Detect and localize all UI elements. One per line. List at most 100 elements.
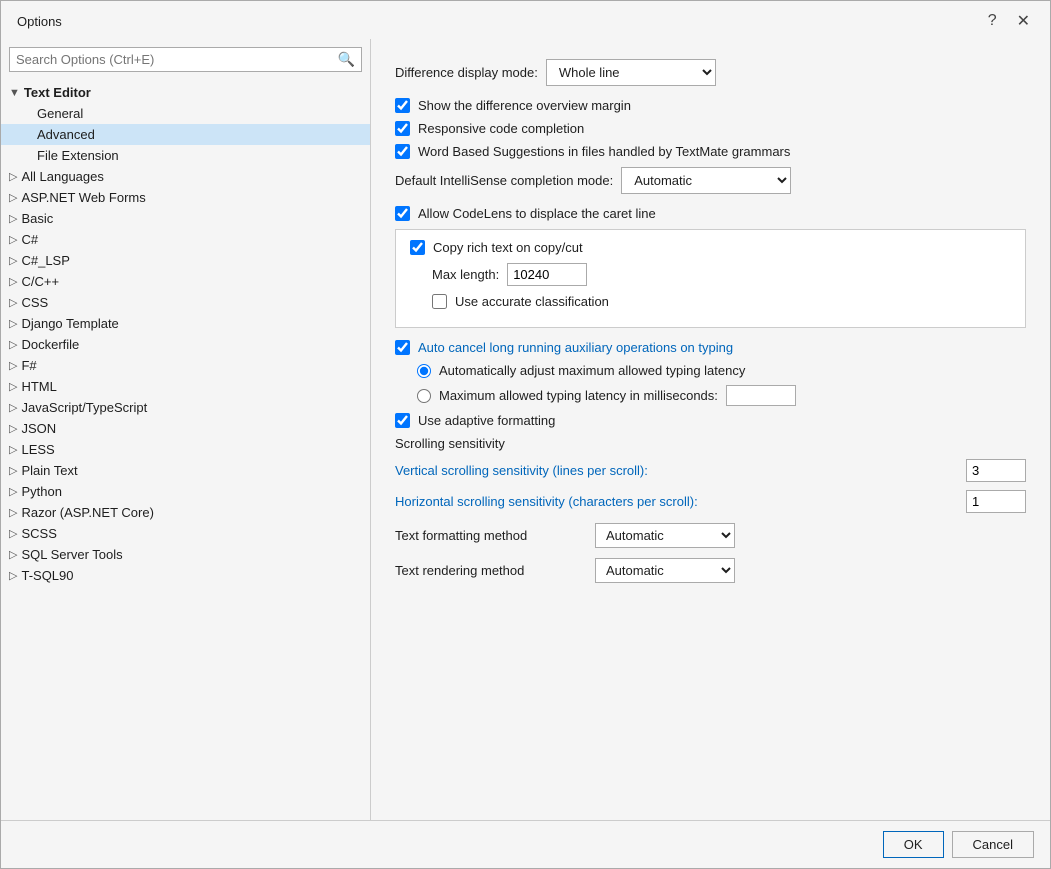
auto-cancel-label: Auto cancel long running auxiliary opera… [418, 340, 733, 355]
sidebar-item-tsql90[interactable]: ▷ T-SQL90 [1, 565, 370, 586]
intellisense-label: Default IntelliSense completion mode: [395, 173, 613, 188]
cancel-button[interactable]: Cancel [952, 831, 1034, 858]
auto-cancel-checkbox[interactable] [395, 340, 410, 355]
horizontal-sensitivity-row: Horizontal scrolling sensitivity (charac… [395, 490, 1026, 513]
diff-display-label: Difference display mode: [395, 65, 538, 80]
sidebar-item-all-languages[interactable]: ▷ All Languages [1, 166, 370, 187]
sidebar-item-fsharp[interactable]: ▷ F# [1, 355, 370, 376]
content-area: Difference display mode: Whole line Char… [371, 39, 1050, 820]
sidebar-item-dockerfile[interactable]: ▷ Dockerfile [1, 334, 370, 355]
max-latency-input[interactable] [726, 385, 796, 406]
max-latency-row: Maximum allowed typing latency in millis… [417, 385, 1026, 406]
word-based-suggestions-checkbox[interactable] [395, 144, 410, 159]
sidebar-item-json[interactable]: ▷ JSON [1, 418, 370, 439]
sidebar-item-scss[interactable]: ▷ SCSS [1, 523, 370, 544]
sidebar-item-django-template[interactable]: ▷ Django Template [1, 313, 370, 334]
arrow-right-icon: ▷ [9, 380, 17, 393]
ok-button[interactable]: OK [883, 831, 944, 858]
sidebar-item-advanced[interactable]: Advanced [1, 124, 370, 145]
sidebar-item-csharp-lsp[interactable]: ▷ C#_LSP [1, 250, 370, 271]
max-length-row: Max length: [432, 263, 1011, 286]
text-formatting-row: Text formatting method Automatic Manual [395, 523, 1026, 548]
tree-label: CSS [21, 295, 48, 310]
use-adaptive-checkbox[interactable] [395, 413, 410, 428]
tree-label: F# [21, 358, 36, 373]
auto-cancel-row: Auto cancel long running auxiliary opera… [395, 340, 1026, 355]
tree-label: T-SQL90 [21, 568, 73, 583]
arrow-right-icon: ▷ [9, 527, 17, 540]
search-input[interactable] [16, 52, 338, 67]
arrow-right-icon: ▷ [9, 401, 17, 414]
sidebar-item-file-extension[interactable]: File Extension [1, 145, 370, 166]
responsive-completion-checkbox[interactable] [395, 121, 410, 136]
word-based-suggestions-row: Word Based Suggestions in files handled … [395, 144, 1026, 159]
allow-codelens-label: Allow CodeLens to displace the caret lin… [418, 206, 656, 221]
max-length-label: Max length: [432, 267, 499, 282]
title-bar-controls: ? ✕ [984, 11, 1034, 31]
arrow-right-icon: ▷ [9, 317, 17, 330]
arrow-down-icon: ▼ [9, 87, 20, 99]
sidebar-item-css[interactable]: ▷ CSS [1, 292, 370, 313]
show-diff-margin-checkbox[interactable] [395, 98, 410, 113]
tree-label: All Languages [21, 169, 103, 184]
arrow-right-icon: ▷ [9, 233, 17, 246]
tree-label: Plain Text [21, 463, 77, 478]
scrolling-sensitivity-title: Scrolling sensitivity [395, 436, 1026, 451]
max-latency-radio[interactable] [417, 389, 431, 403]
responsive-completion-label: Responsive code completion [418, 121, 584, 136]
intellisense-select[interactable]: Automatic Tab only Tab and Space [621, 167, 791, 194]
tree-label: Razor (ASP.NET Core) [21, 505, 153, 520]
arrow-right-icon: ▷ [9, 506, 17, 519]
sidebar-item-html[interactable]: ▷ HTML [1, 376, 370, 397]
copy-rich-text-checkbox[interactable] [410, 240, 425, 255]
sidebar-item-javascript[interactable]: ▷ JavaScript/TypeScript [1, 397, 370, 418]
close-button[interactable]: ✕ [1013, 11, 1034, 31]
tree-label: Advanced [37, 127, 95, 142]
auto-adjust-label: Automatically adjust maximum allowed typ… [439, 363, 745, 378]
sidebar-item-python[interactable]: ▷ Python [1, 481, 370, 502]
allow-codelens-checkbox[interactable] [395, 206, 410, 221]
text-rendering-row: Text rendering method Automatic Manual [395, 558, 1026, 583]
sidebar-item-general[interactable]: General [1, 103, 370, 124]
sidebar-item-sql-server-tools[interactable]: ▷ SQL Server Tools [1, 544, 370, 565]
sidebar-item-text-editor[interactable]: ▼ Text Editor [1, 82, 370, 103]
sidebar-item-plain-text[interactable]: ▷ Plain Text [1, 460, 370, 481]
search-box[interactable]: 🔍 [9, 47, 362, 72]
horizontal-sensitivity-label: Horizontal scrolling sensitivity (charac… [395, 494, 956, 509]
text-rendering-select[interactable]: Automatic Manual [595, 558, 735, 583]
max-length-input[interactable] [507, 263, 587, 286]
tree-label: Dockerfile [21, 337, 79, 352]
copy-rich-text-row: Copy rich text on copy/cut [410, 240, 1011, 255]
sidebar-item-less[interactable]: ▷ LESS [1, 439, 370, 460]
arrow-right-icon: ▷ [9, 422, 17, 435]
sidebar-item-csharp[interactable]: ▷ C# [1, 229, 370, 250]
max-latency-label: Maximum allowed typing latency in millis… [439, 388, 718, 403]
vertical-sensitivity-input[interactable] [966, 459, 1026, 482]
diff-display-select[interactable]: Whole line Character based [546, 59, 716, 86]
auto-adjust-row: Automatically adjust maximum allowed typ… [417, 363, 1026, 378]
arrow-right-icon: ▷ [9, 338, 17, 351]
sidebar-item-razor[interactable]: ▷ Razor (ASP.NET Core) [1, 502, 370, 523]
sidebar-item-cpp[interactable]: ▷ C/C++ [1, 271, 370, 292]
sidebar-item-basic[interactable]: ▷ Basic [1, 208, 370, 229]
diff-display-row: Difference display mode: Whole line Char… [395, 59, 1026, 86]
arrow-right-icon: ▷ [9, 485, 17, 498]
arrow-right-icon: ▷ [9, 464, 17, 477]
tree-label: General [37, 106, 83, 121]
vertical-sensitivity-label: Vertical scrolling sensitivity (lines pe… [395, 463, 956, 478]
show-diff-margin-row: Show the difference overview margin [395, 98, 1026, 113]
allow-codelens-row: Allow CodeLens to displace the caret lin… [395, 206, 1026, 221]
tree-label: HTML [21, 379, 56, 394]
tree-label: Django Template [21, 316, 118, 331]
horizontal-sensitivity-input[interactable] [966, 490, 1026, 513]
auto-adjust-radio[interactable] [417, 364, 431, 378]
arrow-right-icon: ▷ [9, 275, 17, 288]
text-formatting-select[interactable]: Automatic Manual [595, 523, 735, 548]
options-dialog: Options ? ✕ 🔍 ▼ Text Editor General [0, 0, 1051, 869]
tree-label: C#_LSP [21, 253, 69, 268]
help-button[interactable]: ? [984, 12, 1001, 30]
tree: ▼ Text Editor General Advanced File Exte… [1, 80, 370, 820]
use-accurate-checkbox[interactable] [432, 294, 447, 309]
arrow-right-icon: ▷ [9, 359, 17, 372]
sidebar-item-aspnet-web-forms[interactable]: ▷ ASP.NET Web Forms [1, 187, 370, 208]
